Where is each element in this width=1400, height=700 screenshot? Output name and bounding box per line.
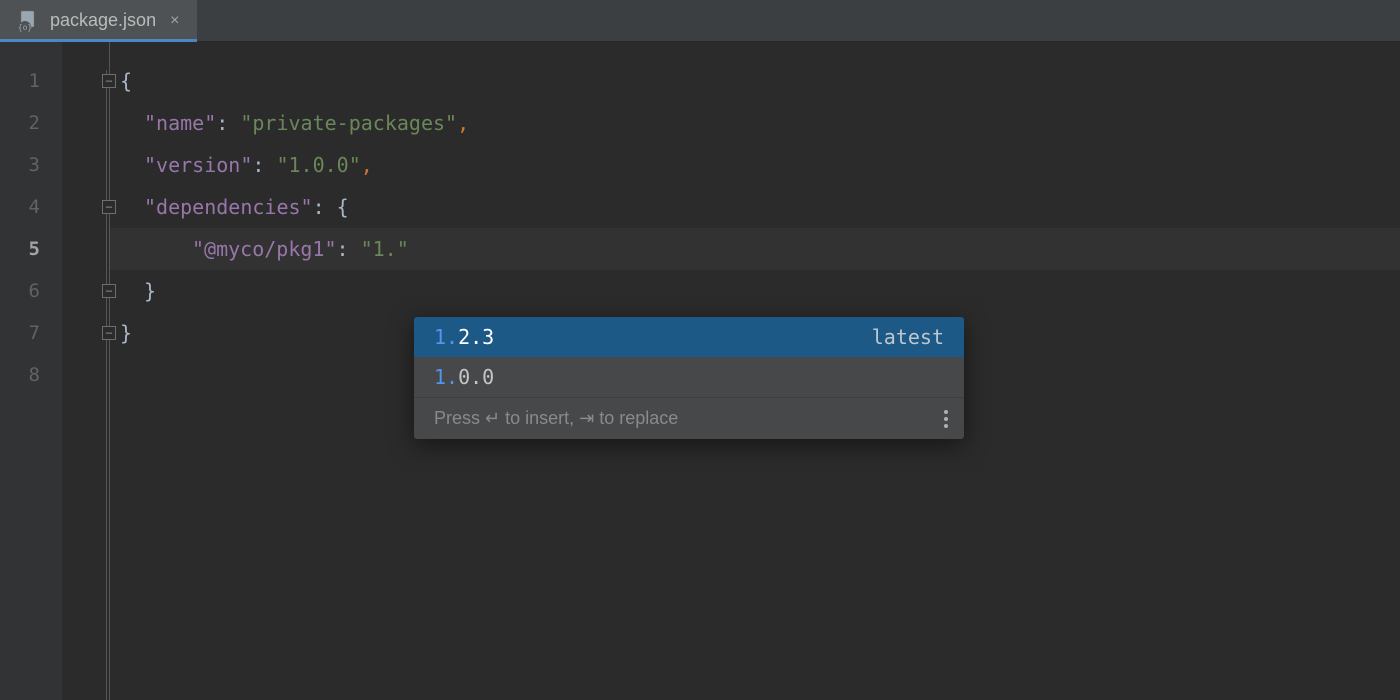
more-options-icon[interactable] [944,410,948,428]
line-number[interactable]: 2 [0,102,62,144]
enter-key-icon: ↵ [485,408,500,428]
fold-gutter: − − − − [62,42,110,700]
completion-item-selected[interactable]: 1.2.3 latest [414,317,964,357]
code-editor: 1 2 3 4 5 6 7 8 − − − − [0,42,1400,700]
completion-match: 1. [434,365,458,389]
code-line[interactable]: "name": "private-packages", [110,102,1400,144]
completion-rest: 0.0 [458,365,494,389]
completion-tag: latest [872,325,944,349]
line-number[interactable]: 7 [0,312,62,354]
code-line-current[interactable]: "@myco/pkg1": "1." [110,228,1400,270]
completion-popup: 1.2.3 latest 1.0.0 Press ↵ to insert, ⇥ … [414,317,964,439]
completion-item[interactable]: 1.0.0 [414,357,964,397]
completion-match: 1. [434,325,458,349]
svg-text:{o}: {o} [18,23,32,32]
completion-rest: 2.3 [458,325,494,349]
tab-key-icon: ⇥ [579,408,594,428]
line-number[interactable]: 8 [0,354,62,396]
line-number[interactable]: 6 [0,270,62,312]
line-number-gutter: 1 2 3 4 5 6 7 8 [0,42,62,700]
json-file-icon: {o} [18,10,40,32]
close-tab-button[interactable]: × [166,10,183,32]
tab-filename: package.json [50,10,156,31]
line-number[interactable]: 3 [0,144,62,186]
tab-bar: {o} package.json × [0,0,1400,42]
code-line[interactable]: { [110,60,1400,102]
line-number[interactable]: 4 [0,186,62,228]
completion-hint: Press ↵ to insert, ⇥ to replace [434,408,678,429]
code-line[interactable]: "dependencies": { [110,186,1400,228]
code-line[interactable]: "version": "1.0.0", [110,144,1400,186]
line-number-active[interactable]: 5 [0,228,62,270]
editor-tab[interactable]: {o} package.json × [0,0,197,41]
completion-footer: Press ↵ to insert, ⇥ to replace [414,397,964,439]
code-line[interactable]: } [110,270,1400,312]
line-number[interactable]: 1 [0,60,62,102]
